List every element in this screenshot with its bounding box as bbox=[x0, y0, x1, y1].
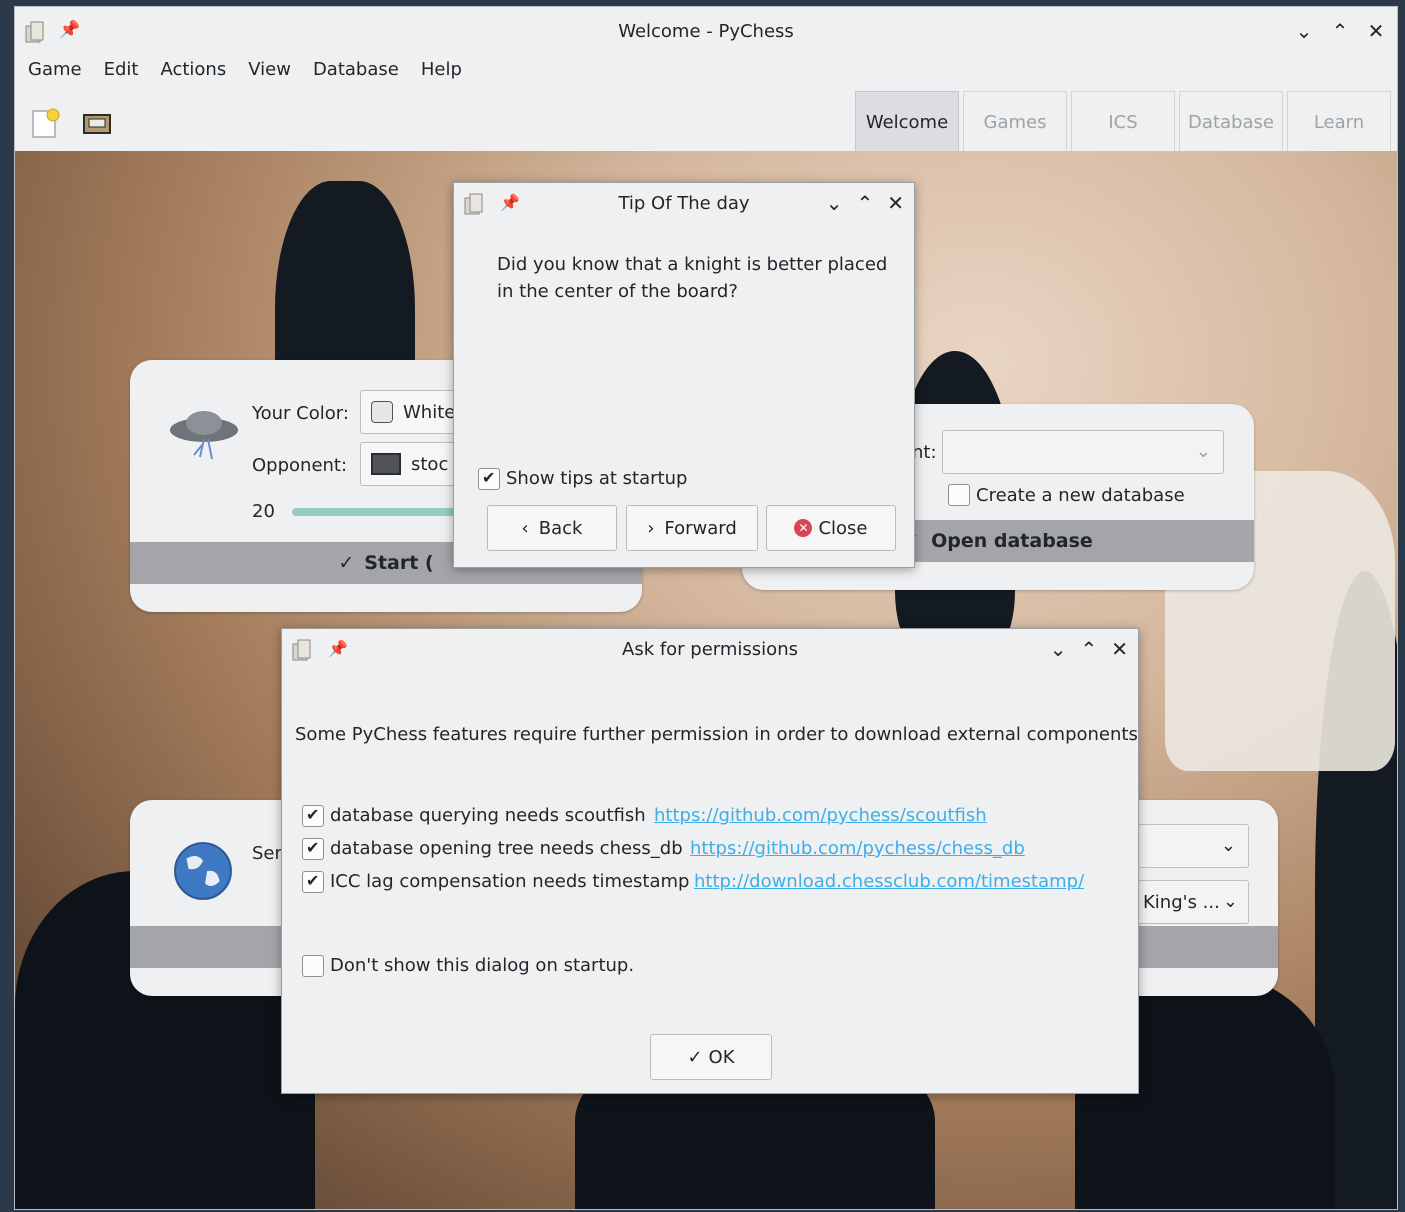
variant-combo[interactable]: King's ... ⌄ bbox=[1134, 880, 1249, 924]
white-color-icon bbox=[371, 401, 393, 423]
tab-welcome[interactable]: Welcome bbox=[855, 91, 959, 153]
maximize-icon[interactable]: ⌃ bbox=[856, 191, 873, 215]
dont-show-checkbox[interactable] bbox=[302, 955, 324, 977]
window-title: Welcome - PyChess bbox=[618, 21, 794, 42]
variant-value: King's ... bbox=[1143, 891, 1220, 913]
database-combo[interactable]: ⌄ bbox=[942, 430, 1224, 474]
tab-learn[interactable]: Learn bbox=[1287, 91, 1391, 153]
check-icon: ✓ bbox=[338, 552, 355, 574]
menu-bar: Game Edit Actions View Database Help bbox=[15, 57, 475, 87]
chevron-left-icon: ‹ bbox=[521, 517, 529, 539]
new-game-icon[interactable] bbox=[29, 107, 61, 139]
back-label: Back bbox=[538, 517, 583, 539]
dialog-window-controls: ⌄ ⌃ ✕ bbox=[1050, 637, 1128, 661]
close-circle-icon: ✕ bbox=[794, 519, 813, 537]
timestamp-checkbox[interactable] bbox=[302, 871, 324, 893]
server-label: Ser bbox=[252, 843, 282, 864]
maximize-icon[interactable]: ⌃ bbox=[1080, 637, 1097, 661]
your-color-value: White bbox=[403, 401, 456, 423]
dont-show-label: Don't show this dialog on startup. bbox=[330, 955, 635, 976]
opponent-value: stoc bbox=[411, 453, 449, 475]
dialog-title-bar: 📌 Ask for permissions ⌄ ⌃ ✕ bbox=[282, 629, 1138, 671]
close-button[interactable]: ✕ Close bbox=[766, 505, 896, 551]
create-database-checkbox[interactable] bbox=[948, 484, 970, 506]
permissions-dialog: 📌 Ask for permissions ⌄ ⌃ ✕ Some PyChess… bbox=[281, 628, 1139, 1094]
dialog-window-controls: ⌄ ⌃ ✕ bbox=[826, 191, 904, 215]
minimize-icon[interactable]: ⌄ bbox=[1050, 637, 1067, 661]
window-controls: ⌄ ⌃ ✕ bbox=[1293, 19, 1387, 43]
database-field-label: nt: bbox=[912, 442, 937, 463]
server-combo[interactable]: ⌄ bbox=[1134, 824, 1249, 868]
menu-edit[interactable]: Edit bbox=[95, 57, 148, 87]
create-database-label: Create a new database bbox=[976, 485, 1185, 506]
maximize-icon[interactable]: ⌃ bbox=[1329, 19, 1351, 43]
show-tips-checkbox[interactable] bbox=[478, 468, 500, 490]
globe-icon bbox=[174, 842, 232, 900]
forward-button[interactable]: › Forward bbox=[626, 505, 758, 551]
permissions-intro: Some PyChess features require further pe… bbox=[295, 724, 1138, 745]
scoutfish-checkbox[interactable] bbox=[302, 805, 324, 827]
minimize-icon[interactable]: ⌄ bbox=[826, 191, 843, 215]
close-icon[interactable]: ✕ bbox=[1365, 19, 1387, 43]
chess-db-label: database opening tree needs chess_db bbox=[330, 838, 683, 859]
tab-games[interactable]: Games bbox=[963, 91, 1067, 153]
scoutfish-link[interactable]: https://github.com/pychess/scoutfish bbox=[654, 805, 987, 826]
title-bar: 📌 Welcome - PyChess ⌄ ⌃ ✕ bbox=[15, 7, 1397, 57]
chevron-down-icon: ⌄ bbox=[1220, 835, 1236, 856]
ok-button[interactable]: ✓ OK bbox=[650, 1034, 772, 1080]
open-folder-icon[interactable] bbox=[81, 107, 113, 139]
open-database-label: Open database bbox=[931, 530, 1093, 552]
tab-database[interactable]: Database bbox=[1179, 91, 1283, 153]
chevron-down-icon: ⌄ bbox=[1195, 441, 1211, 462]
chess-db-link[interactable]: https://github.com/pychess/chess_db bbox=[690, 838, 1025, 859]
timestamp-link[interactable]: http://download.chessclub.com/timestamp/ bbox=[694, 871, 1084, 892]
tip-of-the-day-dialog: 📌 Tip Of The day ⌄ ⌃ ✕ Did you know that… bbox=[453, 182, 915, 568]
opponent-label: Opponent: bbox=[252, 455, 348, 476]
check-icon: ✓ bbox=[687, 1046, 703, 1068]
scoutfish-label: database querying needs scoutfish bbox=[330, 805, 646, 826]
show-tips-label: Show tips at startup bbox=[506, 468, 688, 489]
engine-cloud-icon bbox=[170, 411, 238, 460]
tab-bar: Welcome Games ICS Database Learn bbox=[855, 91, 1391, 153]
close-label: Close bbox=[818, 517, 868, 539]
ok-label: OK bbox=[708, 1046, 735, 1068]
back-button[interactable]: ‹ Back bbox=[487, 505, 617, 551]
minimize-icon[interactable]: ⌄ bbox=[1293, 19, 1315, 43]
menu-game[interactable]: Game bbox=[19, 57, 91, 87]
chevron-down-icon: ⌄ bbox=[1222, 891, 1238, 912]
chess-db-checkbox[interactable] bbox=[302, 838, 324, 860]
level-value: 20 bbox=[252, 501, 275, 522]
menu-actions[interactable]: Actions bbox=[151, 57, 235, 87]
timestamp-label: ICC lag compensation needs timestamp bbox=[330, 871, 690, 892]
menu-help[interactable]: Help bbox=[412, 57, 471, 87]
menu-database[interactable]: Database bbox=[304, 57, 408, 87]
your-color-label: Your Color: bbox=[252, 403, 349, 424]
dialog-title-bar: 📌 Tip Of The day ⌄ ⌃ ✕ bbox=[454, 183, 914, 225]
dialog-title: Ask for permissions bbox=[622, 639, 798, 660]
tip-text: Did you know that a knight is better pla… bbox=[497, 254, 888, 302]
start-game-label: Start ( bbox=[364, 552, 434, 574]
menu-view[interactable]: View bbox=[239, 57, 300, 87]
close-icon[interactable]: ✕ bbox=[1111, 637, 1128, 661]
computer-icon bbox=[371, 453, 401, 475]
tab-ics[interactable]: ICS bbox=[1071, 91, 1175, 153]
chevron-right-icon: › bbox=[647, 517, 655, 539]
forward-label: Forward bbox=[664, 517, 737, 539]
close-icon[interactable]: ✕ bbox=[887, 191, 904, 215]
